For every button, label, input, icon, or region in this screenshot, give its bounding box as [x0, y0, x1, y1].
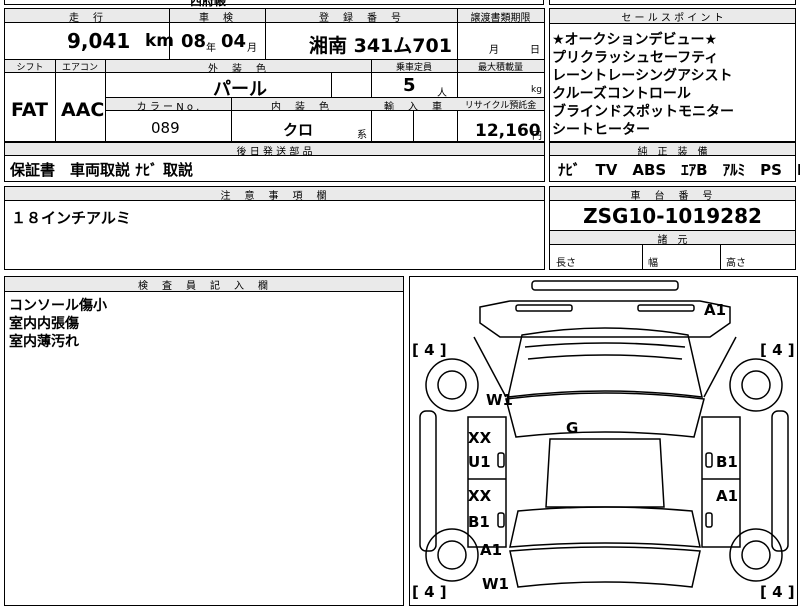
damage-mark-xx-left-front: XX — [468, 429, 492, 447]
inspection-month-unit: 月 — [247, 43, 257, 54]
interior-color-value: クロ — [283, 121, 314, 139]
dimension-width-label: 幅 — [648, 258, 658, 269]
color-no-header: カ ラ ー N o . — [136, 102, 200, 113]
color-no-value: 089 — [151, 119, 180, 137]
main-form: 走 行 車 検 登 録 番 号 譲渡書類期限 9,041 km 08 年 04 … — [4, 8, 545, 142]
damage-mark-a1-top: A1 — [704, 301, 727, 319]
notes-value: １８インチアルミ — [11, 209, 131, 227]
equipment-box: 純 正 装 備 ﾅﾋﾞ TV ABS ｴｱB ｱﾙﾐ PS PW — [549, 142, 800, 182]
damage-mark-b1-right-front: B1 — [716, 453, 738, 471]
inspector-box: 検 査 員 記 入 欄 コンソール傷小 室内内張傷 室内薄汚れ — [4, 276, 404, 606]
import-header: 輸 入 車 — [384, 102, 444, 113]
recycle-unit: 円 — [532, 131, 542, 142]
damage-mark-a1-right-rear: A1 — [716, 487, 739, 505]
later-parts-header: 後 日 発 送 部 品 — [236, 147, 313, 158]
capacity-header: 乗車定員 — [395, 63, 432, 73]
chassis-value: ZSG10-1019282 — [583, 204, 762, 228]
notes-box: 注 意 事 項 欄 １８インチアルミ — [4, 186, 545, 270]
max-load-unit: kg — [531, 85, 542, 95]
mileage-header: 走 行 — [69, 13, 105, 24]
capacity-value: 5 — [403, 75, 416, 96]
sales-point-item: レーントレーシングアシスト — [552, 68, 733, 84]
chassis-box: 車 台 番 号 ZSG10-1019282 諸 元 長さ 幅 高さ — [549, 186, 796, 270]
inspector-line: 室内内張傷 — [9, 316, 79, 332]
shift-value: FAT — [11, 99, 48, 121]
dimension-height-label: 高さ — [726, 258, 746, 269]
sales-points-box: セ ー ル ス ポ イ ン ト ★オークションデビュー★ プリクラッシュセーフテ… — [549, 8, 796, 142]
max-load-header: 最大積載量 — [477, 63, 523, 73]
damage-mark-a1-left-bottom: A1 — [480, 541, 503, 559]
later-parts-value: 保証書 車両取説 ﾅﾋﾞ 取説 — [10, 161, 193, 179]
shift-header: シフト — [16, 63, 44, 73]
inspection-year-unit: 年 — [206, 43, 216, 54]
notes-header: 注 意 事 項 欄 — [220, 191, 329, 202]
registration-value: 湘南 341ム701 — [309, 35, 452, 57]
inspection-year: 08 — [181, 31, 207, 52]
sales-point-item: ブラインドスポットモニター — [552, 104, 734, 120]
equipment-header: 純 正 装 備 — [637, 147, 708, 158]
sales-point-item: クルーズコントロール — [552, 86, 691, 102]
inspector-line: コンソール傷小 — [9, 298, 107, 314]
car-diagram-box: [ 4 ] [ 4 ] [ 4 ] [ 4 ] A1 W1 G XX U1 XX… — [409, 276, 798, 606]
tire-mark-rear-left: [ 4 ] — [412, 583, 447, 601]
damage-mark-w1-rear: W1 — [482, 575, 509, 593]
damage-mark-b1-left-rear: B1 — [468, 513, 490, 531]
dimension-length-label: 長さ — [556, 258, 576, 269]
tire-mark-front-left: [ 4 ] — [412, 341, 447, 359]
sales-points-header: セ ー ル ス ポ イ ン ト — [621, 13, 724, 24]
damage-mark-w1-front: W1 — [486, 391, 513, 409]
transfer-deadline-header: 譲渡書類期限 — [470, 13, 531, 24]
chassis-header: 車 台 番 号 — [630, 191, 715, 202]
equipment-value: ﾅﾋﾞ TV ABS ｴｱB ｱﾙﾐ PS PW — [558, 161, 800, 179]
interior-color-header: 内 装 色 — [271, 102, 331, 113]
sales-point-item: シートヒーター — [552, 122, 650, 138]
top-strip: 西府帳 — [0, 0, 800, 8]
inspector-header: 検 査 員 記 入 欄 — [138, 281, 270, 292]
later-parts-box: 後 日 発 送 部 品 保証書 車両取説 ﾅﾋﾞ 取説 — [4, 142, 545, 182]
inspector-line: 室内薄汚れ — [9, 334, 79, 350]
mileage-value: 9,041 — [67, 29, 131, 53]
transfer-month-unit: 月 — [489, 45, 499, 56]
damage-mark-g-roof: G — [566, 419, 579, 437]
inspection-header: 車 検 — [199, 13, 235, 24]
aircon-header: エアコン — [61, 63, 98, 73]
recycle-value: 12,160 — [475, 121, 541, 141]
tire-mark-rear-right: [ 4 ] — [760, 583, 795, 601]
damage-mark-u1-left-front: U1 — [468, 453, 491, 471]
recycle-header: リサイクル預託金 — [464, 101, 537, 111]
aircon-value: AAC — [61, 99, 105, 121]
tire-mark-front-right: [ 4 ] — [760, 341, 795, 359]
transfer-day-unit: 日 — [530, 45, 540, 56]
sales-point-item: プリクラッシュセーフティ — [552, 50, 719, 66]
registration-header: 登 録 番 号 — [319, 13, 403, 24]
damage-mark-xx-left-rear: XX — [468, 487, 492, 505]
sales-point-item: ★オークションデビュー★ — [552, 32, 718, 48]
dimensions-header: 諸 元 — [657, 235, 688, 246]
inspection-month: 04 — [221, 31, 247, 52]
interior-color-suffix: 系 — [357, 130, 367, 141]
